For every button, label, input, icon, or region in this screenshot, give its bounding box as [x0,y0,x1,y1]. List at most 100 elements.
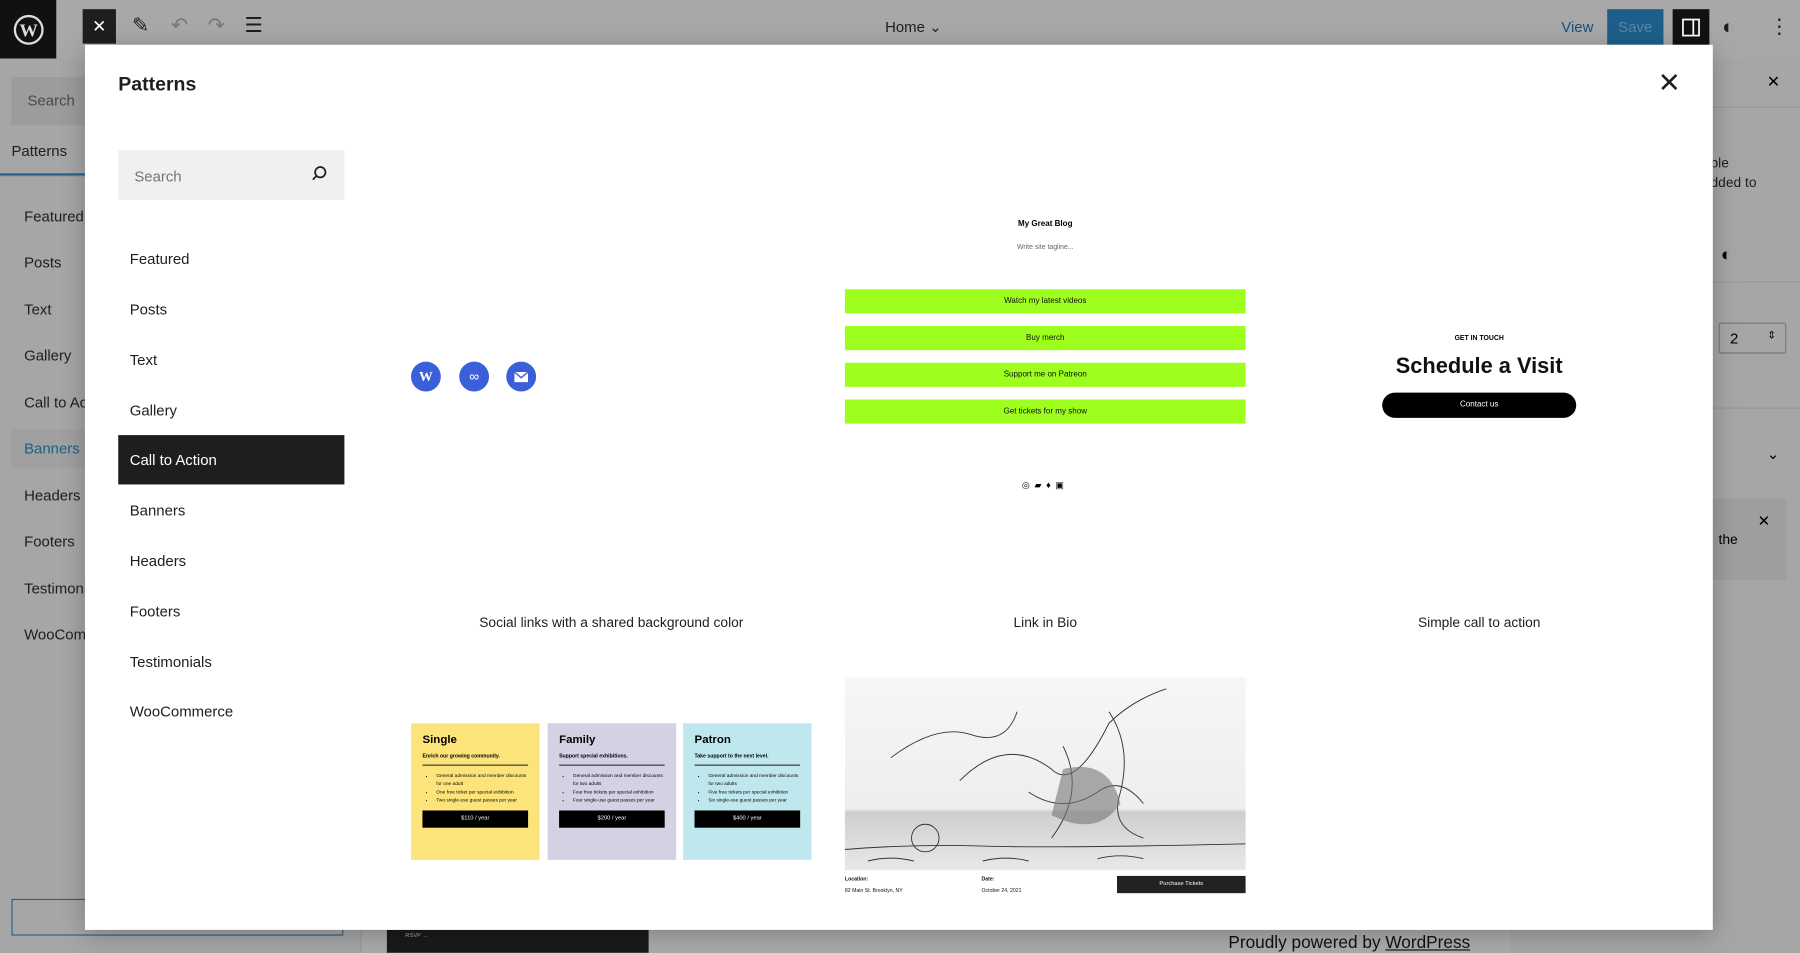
tier-tagline: Take support to the next level. [694,753,801,766]
wordpress-icon: W [410,361,441,392]
modal-title: Patterns [118,73,197,96]
number-value: 2 [1730,329,1739,347]
tier-feature: Five free tickets per special exhibition [708,788,800,796]
event-location: 82 Main St. Brooklyn, NY [844,887,903,894]
pattern-label: Link in Bio [1013,614,1078,631]
category-text[interactable]: Text [118,335,344,384]
description-line-1: ple [1710,154,1729,172]
twitter-icon: ♦ [1046,479,1056,491]
tier-feature: Two single-use guest passes per year [436,796,528,804]
bio-site-title: My Great Blog [1018,220,1073,229]
tier-feature: General admission and member discounts f… [436,771,528,787]
tier-name: Patron [694,733,731,747]
birds-sketch-illustration [844,688,1246,862]
category-gallery[interactable]: Gallery [118,386,344,435]
chevron-down-icon[interactable]: ⌄ [1767,445,1780,463]
tier-feature: One free ticket per special exhibition [436,788,528,796]
divider [1712,106,1800,108]
tier-feature: Six single-use guest passes per year [708,796,800,804]
bio-social-icons: ◎▰♦▣ [845,480,1246,490]
pricing-card-single[interactable]: Single Enrich our growing community. Gen… [410,723,540,860]
view-button[interactable]: View [1561,18,1593,35]
tier-feature: General admission and member discounts f… [573,771,665,787]
redo-icon[interactable]: ↷ [208,14,225,38]
document-title-dropdown[interactable]: Home ⌄ [885,18,942,36]
purchase-tickets-button: Purchase Tickets [1117,875,1246,894]
search-icon [312,166,327,181]
pattern-label: Simple call to action [1417,614,1541,631]
category-featured[interactable]: Featured [118,234,344,283]
tier-name: Single [422,733,457,747]
divider [1712,281,1800,283]
twitch-icon: ▣ [1055,479,1069,491]
tier-price: $200 / year [559,810,665,828]
contrast-icon[interactable]: ◐ [1721,246,1732,267]
number-input[interactable]: 2 ⇕ [1718,322,1787,354]
spinner-icon[interactable]: ⇕ [1767,329,1776,342]
sidebar-item-headers[interactable]: Headers [24,487,80,504]
footer-credit-text: Proudly powered by [1228,933,1386,953]
category-posts[interactable]: Posts [118,285,344,334]
instagram-icon: ◎ [1021,479,1035,491]
tier-name: Family [559,733,596,747]
sidebar-item-featured[interactable]: Featured [24,208,84,225]
close-modal-button[interactable]: ✕ [1658,69,1681,98]
settings-sidebar-toggle[interactable] [1672,9,1710,45]
close-inserter-button[interactable]: ✕ [82,9,116,44]
pattern-social-links[interactable] [411,171,812,653]
pricing-card-patron[interactable]: Patron Take support to the next level. G… [683,723,812,860]
undo-icon[interactable]: ↶ [171,14,188,38]
sidebar-item-banners[interactable]: Banners [24,440,80,457]
event-date: October 24, 2021 [981,887,1022,894]
sidebar-item-call-to-action[interactable]: Call to Ac [24,394,87,411]
category-woocommerce[interactable]: WooCommerce [118,687,344,736]
category-testimonials[interactable]: Testimonials [118,637,344,686]
bandcamp-icon: ▰ [1034,479,1047,491]
svg-text:W: W [19,20,38,40]
bio-tagline: Write site tagline... [1016,244,1074,252]
patterns-modal: Patterns ✕ Featured Posts Text Gallery C… [84,44,1713,930]
event-location-label: Location: [844,875,869,882]
dismiss-notice-icon[interactable]: ✕ [1758,512,1771,530]
bio-button: Get tickets for my show [844,399,1246,424]
sidebar-item-gallery[interactable]: Gallery [24,347,71,364]
notice-text: the [1718,531,1738,548]
tab-patterns[interactable]: Patterns [11,142,67,159]
wordpress-logo-button[interactable]: W [0,0,57,59]
tier-feature: Four free tickets per special exhibition [573,788,665,796]
divider [1712,407,1800,409]
bio-button: Support me on Patreon [844,362,1246,387]
event-illustration-image[interactable] [844,677,1246,871]
bio-button: Buy merch [844,326,1246,351]
list-view-icon[interactable]: ☰ [245,14,264,38]
cta-heading: Schedule a Visit [1395,354,1563,379]
description-line-2: dded to [1710,174,1757,191]
more-options-icon[interactable]: ⋮ [1769,15,1790,39]
sidebar-icon [1682,18,1700,36]
tier-tagline: Enrich our growing community. [422,753,529,766]
wordpress-icon: W [13,14,44,45]
category-banners[interactable]: Banners [118,486,344,535]
category-call-to-action[interactable]: Call to Action [118,435,345,485]
sidebar-item-testimonials[interactable]: Testimoni [24,580,87,597]
cta-kicker: GET IN TOUCH [1454,335,1504,343]
chain-link-icon: ∞ [459,361,490,392]
pricing-card-family[interactable]: Family Support special exhibitions. Gene… [547,723,677,860]
category-headers[interactable]: Headers [118,536,344,585]
tier-price: $110 / year [422,810,529,828]
close-sidebar-icon[interactable]: ✕ [1767,72,1780,92]
styles-contrast-icon[interactable]: ◐ [1722,15,1734,39]
sidebar-item-footers[interactable]: Footers [24,533,75,550]
tier-tagline: Support special exhibitions. [559,753,665,766]
sidebar-item-posts[interactable]: Posts [24,254,61,271]
pencil-tool-icon[interactable]: ✎ [132,14,149,38]
tier-price: $400 / year [694,810,801,828]
sidebar-item-text[interactable]: Text [24,301,51,318]
cta-button: Contact us [1382,392,1577,418]
pattern-search-input[interactable] [118,150,309,203]
wordpress-link[interactable]: WordPress [1385,933,1470,953]
chevron-down-icon: ⌄ [929,18,942,36]
category-footers[interactable]: Footers [118,587,344,636]
save-button[interactable]: Save [1607,9,1664,45]
bio-button: Watch my latest videos [844,289,1246,314]
